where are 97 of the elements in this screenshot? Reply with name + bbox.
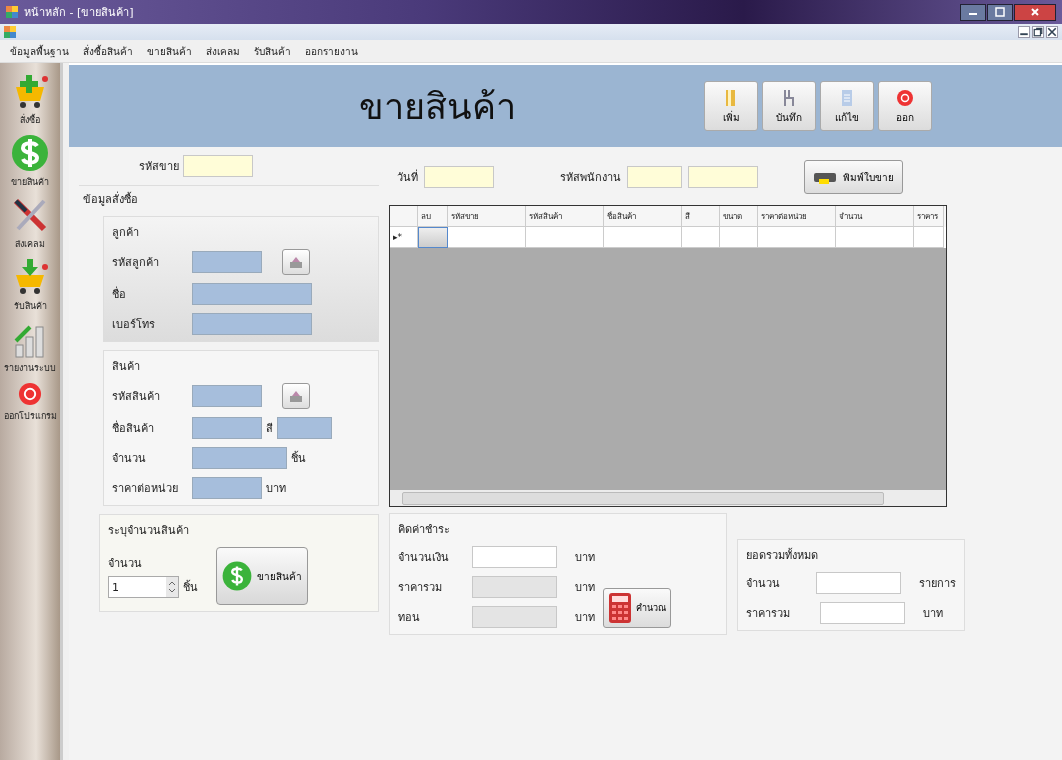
- group-title: ข้อมูลสั่งซื้อ: [83, 190, 139, 208]
- print-button[interactable]: พิมพ์ใบขาย: [804, 160, 903, 194]
- grand-total-field[interactable]: [820, 602, 905, 624]
- power-icon[interactable]: [17, 381, 43, 407]
- sidebar-label[interactable]: รายงานระบบ: [4, 361, 56, 375]
- calculator-icon: [608, 592, 632, 624]
- customer-name-field[interactable]: [192, 283, 312, 305]
- unit-label: รายการ: [919, 576, 956, 592]
- sell-button[interactable]: ขายสินค้า: [216, 547, 308, 605]
- table-cell[interactable]: [418, 227, 448, 248]
- amount-field[interactable]: [472, 546, 557, 568]
- sidebar-label[interactable]: สั่งซื้อ: [20, 113, 40, 127]
- field-label: จำนวน: [108, 556, 143, 572]
- unit-label: ชิ้น: [183, 579, 198, 596]
- field-label: ชื่อสินค้า: [112, 419, 155, 437]
- lookup-button[interactable]: [282, 249, 310, 275]
- unit-label: บาท: [575, 550, 595, 566]
- minimize-button[interactable]: [960, 3, 986, 21]
- table-cell[interactable]: [604, 227, 682, 248]
- menu-item[interactable]: สั่งซื้อสินค้า: [83, 43, 133, 59]
- sidebar-label[interactable]: ส่งเคลม: [15, 237, 45, 251]
- unit-label: บาท: [575, 580, 595, 596]
- child-window-icon: [4, 26, 16, 38]
- field-label: รหัสลูกค้า: [112, 255, 160, 271]
- calculate-button[interactable]: คำนวณ: [603, 588, 671, 628]
- child-restore-icon[interactable]: [1032, 26, 1044, 38]
- product-name-field[interactable]: [192, 417, 262, 439]
- phone-field[interactable]: [192, 313, 312, 335]
- sidebar-label[interactable]: รับสินค้า: [13, 299, 47, 313]
- menu-item[interactable]: ข้อมูลพื้นฐาน: [10, 43, 69, 59]
- item-count-field[interactable]: [816, 572, 901, 594]
- total-price-field[interactable]: [472, 576, 557, 598]
- group-title: สินค้า: [112, 359, 141, 375]
- field-label: จำนวน: [112, 451, 147, 467]
- field-label: วันที่: [397, 168, 418, 186]
- horizontal-scrollbar[interactable]: [390, 490, 946, 506]
- sidebar-label[interactable]: ขายสินค้า: [11, 175, 49, 189]
- field-label: รหัสขาย: [139, 159, 179, 175]
- field-label: ทอน: [398, 610, 421, 626]
- window-title: หน้าหลัก - [ขายสินค้า]: [24, 5, 134, 21]
- group-title: ระบุจำนวนสินค้า: [108, 523, 190, 539]
- field-label: เบอร์โทร: [112, 317, 156, 333]
- color-field[interactable]: [277, 417, 332, 439]
- customer-id-field[interactable]: [192, 251, 262, 273]
- menu-item[interactable]: ออกรายงาน: [305, 43, 358, 59]
- field-label: รหัสพนักงาน: [560, 170, 621, 186]
- unit-label: ชิ้น: [291, 450, 306, 467]
- maximize-button[interactable]: [987, 3, 1013, 21]
- child-minimize-icon[interactable]: [1018, 26, 1030, 38]
- unit-price-field[interactable]: [192, 477, 262, 499]
- toolbar-button[interactable]: บันทึก: [762, 81, 816, 131]
- dollar-icon: [221, 560, 253, 592]
- toolbar-button[interactable]: เพิ่ม: [704, 81, 758, 131]
- field-label: รหัสสินค้า: [112, 389, 161, 405]
- sidebar-label[interactable]: ออกโปรแกรม: [3, 409, 57, 423]
- app-icon: [6, 6, 18, 18]
- date-field[interactable]: [424, 166, 494, 188]
- maximize-icon: [995, 7, 1005, 17]
- form-title: ขายสินค้า: [359, 84, 516, 129]
- group-title: ลูกค้า: [112, 225, 140, 241]
- employee-name-field[interactable]: [688, 166, 758, 188]
- table-cell[interactable]: [758, 227, 836, 248]
- power-icon: [895, 87, 915, 108]
- unit-label: บาท: [266, 481, 286, 497]
- change-field[interactable]: [472, 606, 557, 628]
- unit-label: บาท: [923, 606, 943, 622]
- employee-id-field[interactable]: [627, 166, 682, 188]
- sale-id-field[interactable]: [183, 155, 253, 177]
- table-cell[interactable]: [914, 227, 944, 248]
- menu-item[interactable]: รับสินค้า: [254, 43, 291, 59]
- group-title: คิดค่าชำระ: [398, 522, 451, 538]
- product-id-field[interactable]: [192, 385, 262, 407]
- toolbar-button[interactable]: ออก: [878, 81, 932, 131]
- quantity-spinner[interactable]: 1: [108, 576, 179, 598]
- table-cell[interactable]: [720, 227, 758, 248]
- quantity-field[interactable]: [192, 447, 287, 469]
- menu-item[interactable]: ขายสินค้า: [147, 43, 192, 59]
- menu-item[interactable]: ส่งเคลม: [206, 43, 240, 59]
- field-label: ราคารวม: [746, 606, 791, 622]
- table-cell[interactable]: [836, 227, 914, 248]
- child-close-icon[interactable]: [1046, 26, 1058, 38]
- field-label: จำนวน: [746, 576, 781, 592]
- table-cell[interactable]: [682, 227, 720, 248]
- field-label: ราคาต่อหน่วย: [112, 481, 179, 497]
- unit-label: บาท: [575, 610, 595, 626]
- close-button[interactable]: [1014, 3, 1056, 21]
- field-label: ราคารวม: [398, 580, 443, 596]
- toolbar-button[interactable]: แก้ไข: [820, 81, 874, 131]
- dollar-icon[interactable]: [10, 133, 50, 173]
- table-cell[interactable]: [526, 227, 604, 248]
- field-label: สี: [266, 421, 273, 437]
- field-label: จำนวนเงิน: [398, 550, 450, 566]
- table-cell[interactable]: [448, 227, 526, 248]
- group-title: ยอดรวมทั้งหมด: [746, 547, 819, 564]
- lookup-button[interactable]: [282, 383, 310, 409]
- close-icon: [1030, 7, 1040, 17]
- field-label: ชื่อ: [112, 285, 127, 303]
